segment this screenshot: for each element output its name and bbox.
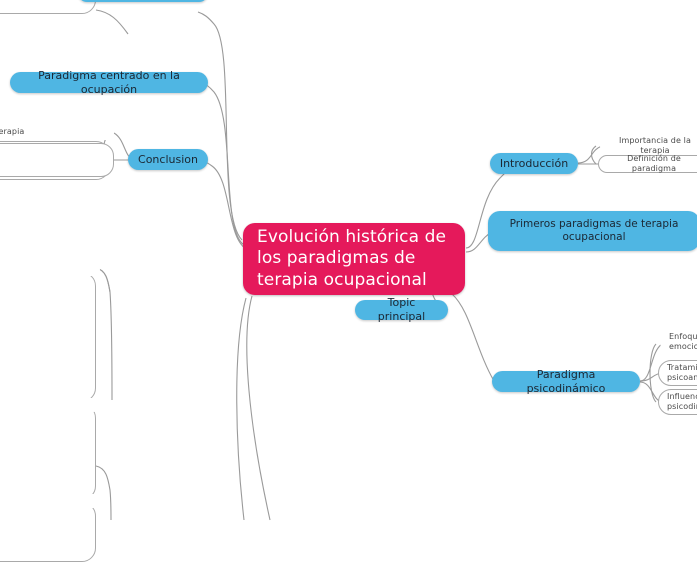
leaf-tratamiento-psicoanalitico-label: Tratamie psicoana	[667, 363, 697, 382]
leaf-enfoque-emocional-label: Enfoque emocion	[669, 332, 697, 351]
leaf-enfoque-emocional[interactable]: Enfoque emocion	[660, 330, 697, 354]
branch-introduccion[interactable]: Introducción	[490, 153, 578, 174]
branch-cutoff-top-left[interactable]	[78, 0, 208, 2]
leaf-definicion-paradigma[interactable]: Definición de paradigma	[598, 154, 697, 173]
branch-topic-principal-label: Topic principal	[377, 296, 426, 323]
leaf-importancia-terapia[interactable]: Importancia de la terapia	[600, 136, 697, 155]
leaf-cutoff-terapia-ocupacional[interactable]: rapia ocupacional	[0, 262, 100, 276]
branch-paradigma-psicodinamico-label: Paradigma psicodinámico	[526, 367, 606, 395]
leaf-cutoff-conductual[interactable]: digma conductual	[0, 494, 100, 508]
branch-conclusion[interactable]: Conclusion	[128, 149, 208, 170]
leaf-tratamiento-psicoanalitico[interactable]: Tratamie psicoana	[658, 360, 697, 386]
cutoff-shell-bottom-1	[0, 272, 96, 402]
leaf-definicion-paradigma-label: Definición de paradigma	[627, 154, 681, 173]
branch-conclusion-label: Conclusion	[138, 152, 198, 166]
branch-paradigma-ocupacion-label: Paradigma centrado en la ocupación	[38, 68, 180, 96]
root-node-label: Evolución histórica de los paradigmas de…	[257, 227, 447, 290]
root-node[interactable]: Evolución histórica de los paradigmas de…	[243, 223, 465, 295]
mindmap-canvas: Evolución histórica de los paradigmas de…	[0, 0, 697, 562]
leaf-diferentes-paradigmas-label: ntes paradigmas de terapia	[0, 127, 25, 136]
leaf-influencia-psicodinamica-label: Influenc psicodin	[667, 392, 697, 411]
leaf-cutoff-psicodinamico[interactable]: ma psicodinámico	[0, 398, 100, 412]
branch-primeros-paradigmas[interactable]: Primeros paradigmas de terapia ocupacion…	[488, 211, 697, 251]
leaf-evolucion-historica[interactable]: lución histórica en la terapia ocupacion…	[0, 143, 114, 177]
branch-topic-principal[interactable]: Topic principal	[355, 296, 448, 323]
cutoff-shell-top-left	[0, 0, 96, 14]
branch-paradigma-ocupacion[interactable]: Paradigma centrado en la ocupación	[10, 69, 208, 96]
cutoff-shell-bottom-3	[0, 502, 96, 562]
branch-primeros-paradigmas-label: Primeros paradigmas de terapia ocupacion…	[509, 217, 679, 243]
branch-introduccion-label: Introducción	[499, 156, 569, 170]
cutoff-shell-bottom-2	[0, 404, 96, 500]
leaf-diferentes-paradigmas[interactable]: ntes paradigmas de terapia	[0, 124, 114, 140]
leaf-importancia-terapia-label: Importancia de la terapia	[619, 136, 691, 155]
leaf-influencia-psicodinamica[interactable]: Influenc psicodin	[658, 389, 697, 415]
branch-paradigma-psicodinamico[interactable]: Paradigma psicodinámico	[492, 368, 640, 395]
